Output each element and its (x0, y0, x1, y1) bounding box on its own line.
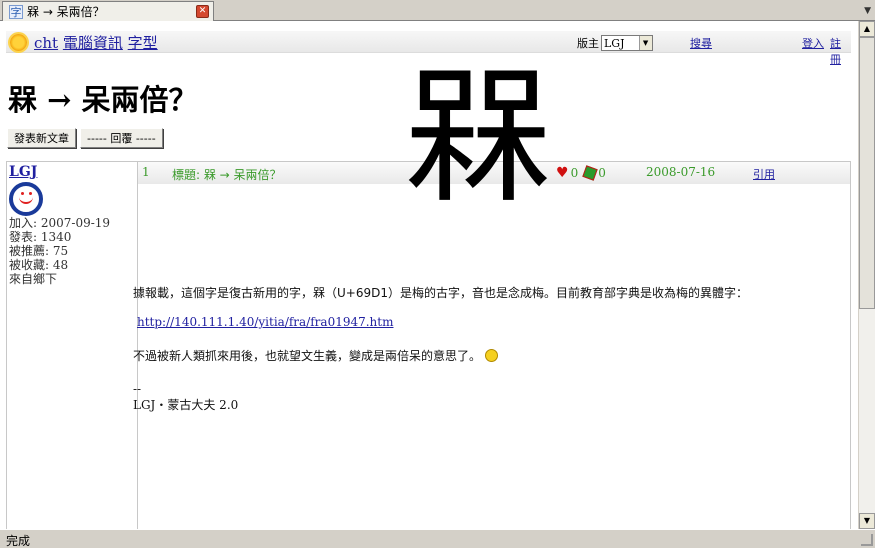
breadcrumb: cht 電腦資訊 字型 (34, 32, 158, 53)
resize-grip-icon[interactable] (861, 534, 873, 546)
author-favorited: 被收藏: 48 (9, 258, 69, 272)
sun-logo-icon[interactable] (10, 34, 27, 51)
gift-count: 0 (598, 166, 606, 180)
status-text: 完成 (6, 534, 31, 548)
post-body-line: 據報載，這個字是復古新用的字，槑（U+69D1）是梅的古字，音也是念成梅。目前教… (133, 286, 748, 300)
avatar (9, 182, 43, 216)
post-number: 1 (142, 165, 150, 179)
heart-icon[interactable]: ♥ (556, 165, 569, 181)
page-content: cht 電腦資訊 字型 版主 LGJ ▼ 搜尋 登入 註冊 槑 → 呆兩倍？ 發… (0, 21, 858, 529)
author-panel: LGJ 加入: 2007-09-19 發表: 1340 被推薦: 75 被收藏:… (7, 162, 138, 529)
avatar-eye (29, 192, 32, 195)
moderator-select[interactable]: LGJ ▼ (601, 35, 653, 51)
reply-button[interactable]: ----- 回覆 ----- (80, 128, 163, 148)
browser-window: 字 槑 → 呆兩倍？ ✕ ▼ cht 電腦資訊 字型 版主 LGJ ▼ 搜尋 登… (0, 0, 875, 548)
nav-link-cht[interactable]: cht (34, 34, 58, 52)
post-subject: 標題: 槑 → 呆兩倍？ (172, 168, 282, 182)
author-joined: 加入: 2007-09-19 (9, 216, 111, 230)
nav-link-computer-info[interactable]: 電腦資訊 (63, 34, 123, 52)
new-post-button[interactable]: 發表新文章 (7, 128, 76, 148)
quote-link[interactable]: 引用 (753, 166, 775, 182)
tab-bar: 字 槑 → 呆兩倍？ ✕ ▼ (0, 0, 875, 21)
post-body-text: 不過被新人類抓來用後，也就望文生義，變成是兩倍呆的意思了。 (133, 349, 482, 363)
post-date: 2008-07-16 (646, 165, 716, 179)
browser-tab[interactable]: 字 槑 → 呆兩倍？ ✕ (2, 1, 214, 21)
scroll-up-icon[interactable]: ▲ (859, 21, 875, 37)
tab-list-chevron-icon[interactable]: ▼ (864, 6, 871, 16)
gift-icon[interactable] (582, 165, 598, 181)
author-name-link[interactable]: LGJ (9, 164, 135, 180)
vertical-scrollbar[interactable]: ▲ ▼ (858, 21, 875, 529)
moderator-label: 版主 (577, 37, 599, 50)
like-count: 0 (570, 166, 579, 180)
login-link[interactable]: 登入 (802, 35, 824, 51)
moderator-value: LGJ (604, 36, 625, 50)
post-action-buttons: 發表新文章 ----- 回覆 ----- (7, 128, 163, 148)
site-navbar: cht 電腦資訊 字型 版主 LGJ ▼ 搜尋 登入 註冊 (6, 31, 851, 66)
page-title: 槑 → 呆兩倍？ (8, 83, 198, 117)
dictionary-link[interactable]: http://140.111.1.40/yitia/fra/fra01947.h… (137, 315, 393, 329)
status-bar: 完成 (0, 529, 875, 548)
signature-separator: -- (133, 382, 142, 396)
signature: LGJ・蒙古大夫 2.0 (133, 398, 239, 412)
search-link[interactable]: 搜尋 (690, 35, 712, 51)
nav-link-fonts[interactable]: 字型 (128, 34, 158, 52)
post-body-line: 不過被新人類抓來用後，也就望文生義，變成是兩倍呆的意思了。 (133, 347, 499, 364)
post-reactions: ♥ 0 0 (556, 165, 606, 181)
smiley-icon (485, 349, 499, 362)
chevron-down-icon[interactable]: ▼ (638, 36, 652, 50)
author-recommended: 被推薦: 75 (9, 244, 69, 258)
moderator-selector: 版主 LGJ ▼ (577, 35, 653, 51)
tab-title: 槑 → 呆兩倍？ (27, 5, 105, 19)
close-tab-icon[interactable]: ✕ (196, 5, 209, 18)
register-link[interactable]: 註冊 (830, 35, 851, 67)
scroll-thumb[interactable] (859, 37, 875, 309)
scroll-down-icon[interactable]: ▼ (859, 513, 875, 529)
avatar-eye (21, 192, 24, 195)
avatar-mouth (19, 197, 33, 204)
page-favicon-icon: 字 (9, 4, 23, 19)
author-location: 來自鄉下 (9, 272, 58, 286)
featured-character: 槑 (404, 51, 552, 223)
author-posts: 發表: 1340 (9, 230, 72, 244)
